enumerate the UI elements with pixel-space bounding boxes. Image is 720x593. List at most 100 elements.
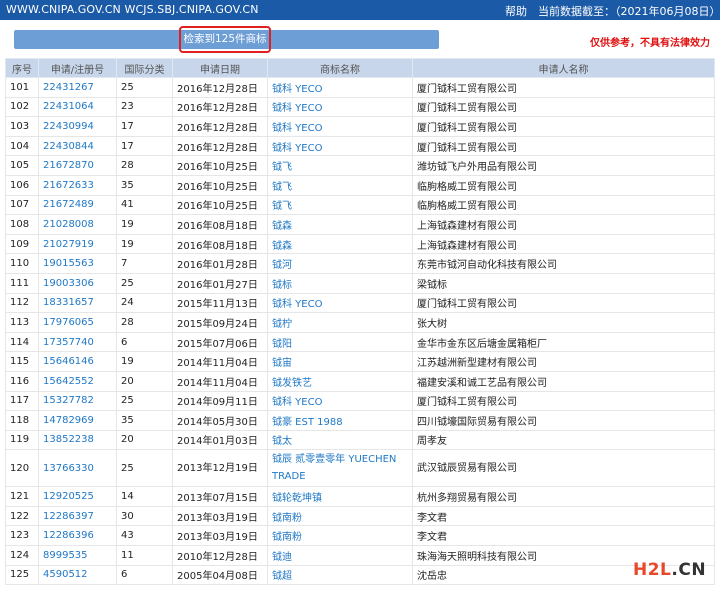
legal-notice: 仅供参考，不具有法律效力 — [590, 38, 710, 49]
row-number: 120 — [5, 449, 39, 488]
table-row: 119 13852238 20 2014年01月03日 钺太 周孝友 — [5, 429, 715, 451]
table-row: 107 21672489 41 2016年10月25日 钺飞 临朐格威工贸有限公司 — [5, 194, 715, 216]
top-bar: WWW.CNIPA.GOV.CN WCJS.SBJ.CNIPA.GOV.CN 帮… — [0, 0, 720, 20]
trademark-name-link[interactable]: 钺飞 — [267, 155, 413, 176]
reg-number-link[interactable]: 18331657 — [38, 292, 117, 314]
trademark-name-link[interactable]: 钺河 — [267, 253, 413, 274]
trademark-name-link[interactable]: 钺阳 — [267, 331, 413, 353]
reg-number-link[interactable]: 13852238 — [38, 429, 117, 451]
trademark-name-link[interactable]: 钺飞 — [267, 174, 413, 196]
reg-number-link[interactable]: 12920525 — [38, 486, 117, 507]
reg-number-link[interactable]: 21027919 — [38, 233, 117, 255]
trademark-name-link[interactable]: 钺超 — [267, 564, 413, 586]
table-row: 116 15642552 20 2014年11月04日 钺发铁艺 福建安溪和诚工艺品有限公… — [5, 370, 715, 392]
reg-number-link[interactable]: 21672633 — [38, 174, 117, 196]
site-urls: WWW.CNIPA.GOV.CN WCJS.SBJ.CNIPA.GOV.CN — [6, 3, 259, 16]
reg-number-link[interactable]: 15646146 — [38, 351, 117, 372]
class-cell: 25 — [116, 77, 173, 98]
trademark-name-link[interactable]: 钺科 YECO — [267, 116, 413, 137]
applicant-cell: 四川钺壕国际贸易有限公司 — [412, 410, 715, 431]
date-cell: 2013年03月19日 — [172, 505, 268, 527]
reg-number-link[interactable]: 17357740 — [38, 331, 117, 353]
row-number: 125 — [5, 564, 39, 586]
trademark-name-link[interactable]: 钺辰 贰零壹零年 YUECHEN TRADE — [267, 449, 413, 488]
class-cell: 19 — [116, 351, 173, 372]
applicant-cell: 武汉钺辰贸易有限公司 — [412, 449, 715, 488]
row-number: 103 — [5, 116, 39, 137]
applicant-cell: 江苏越洲新型建材有限公司 — [412, 351, 715, 372]
date-cell: 2016年01月27日 — [172, 272, 268, 294]
reg-number-link[interactable]: 13766330 — [38, 449, 117, 488]
trademark-name-link[interactable]: 钺飞 — [267, 194, 413, 216]
trademark-name-link[interactable]: 钺科 YECO — [267, 135, 413, 157]
table-row: 117 15327782 25 2014年09月11日 钺科 YECO 厦门钺科工贸有限公… — [5, 390, 715, 412]
trademark-name-link[interactable]: 钺森 — [267, 233, 413, 255]
column-header-reg-number: 申请/注册号 — [38, 58, 117, 78]
date-cell: 2013年07月15日 — [172, 486, 268, 507]
date-cell: 2014年11月04日 — [172, 351, 268, 372]
reg-number-link[interactable]: 22431064 — [38, 96, 117, 118]
trademark-name-link[interactable]: 钺轮乾坤镇 — [267, 486, 413, 507]
table-row: 111 19003306 25 2016年01月27日 钺标 梁钺标 — [5, 272, 715, 294]
date-cell: 2016年10月25日 — [172, 194, 268, 216]
row-number: 119 — [5, 429, 39, 451]
help-link[interactable]: 帮助 — [505, 3, 527, 19]
reg-number-link[interactable]: 15327782 — [38, 390, 117, 412]
reg-number-link[interactable]: 21672489 — [38, 194, 117, 216]
reg-number-link[interactable]: 12286396 — [38, 525, 117, 547]
table-row: 108 21028008 19 2016年08月18日 钺森 上海钺森建材有限公司 — [5, 214, 715, 235]
reg-number-link[interactable]: 14782969 — [38, 410, 117, 431]
trademark-name-link[interactable]: 钺太 — [267, 429, 413, 451]
watermark-h2l: H2L — [633, 560, 672, 580]
reg-number-link[interactable]: 21028008 — [38, 214, 117, 235]
reg-number-link[interactable]: 22431267 — [38, 77, 117, 98]
trademark-name-link[interactable]: 钺科 YECO — [267, 77, 413, 98]
applicant-cell: 厦门钺科工贸有限公司 — [412, 77, 715, 98]
table-row: 102 22431064 23 2016年12月28日 钺科 YECO 厦门钺科工贸有限公… — [5, 96, 715, 118]
trademark-name-link[interactable]: 钺科 YECO — [267, 96, 413, 118]
reg-number-link[interactable]: 21672870 — [38, 155, 117, 176]
reg-number-link[interactable]: 15642552 — [38, 370, 117, 392]
trademark-name-link[interactable]: 钺豪 EST 1988 — [267, 410, 413, 431]
class-cell: 14 — [116, 486, 173, 507]
row-number: 113 — [5, 312, 39, 333]
applicant-cell: 潍坊钺飞户外用品有限公司 — [412, 155, 715, 176]
class-cell: 25 — [116, 449, 173, 488]
trademark-name-link[interactable]: 钺南粉 — [267, 505, 413, 527]
row-number: 107 — [5, 194, 39, 216]
applicant-cell: 临朐格威工贸有限公司 — [412, 174, 715, 196]
table-row: 120 13766330 25 2013年12月19日 钺辰 贰零壹零年 YUECHEN… — [5, 449, 715, 488]
trademark-name-link[interactable]: 钺宙 — [267, 351, 413, 372]
trademark-name-link[interactable]: 钺标 — [267, 272, 413, 294]
trademark-name-link[interactable]: 钺南粉 — [267, 525, 413, 547]
date-cell: 2016年12月28日 — [172, 135, 268, 157]
table-row: 122 12286397 30 2013年03月19日 钺南粉 李文君 — [5, 505, 715, 527]
applicant-cell: 周孝友 — [412, 429, 715, 451]
reg-number-link[interactable]: 8999535 — [38, 545, 117, 566]
class-cell: 11 — [116, 545, 173, 566]
row-number: 116 — [5, 370, 39, 392]
class-cell: 25 — [116, 390, 173, 412]
date-cell: 2015年07月06日 — [172, 331, 268, 353]
reg-number-link[interactable]: 19015563 — [38, 253, 117, 274]
reg-number-link[interactable]: 19003306 — [38, 272, 117, 294]
trademark-name-link[interactable]: 钺发铁艺 — [267, 370, 413, 392]
reg-number-link[interactable]: 17976065 — [38, 312, 117, 333]
reg-number-link[interactable]: 4590512 — [38, 564, 117, 586]
trademark-name-link[interactable]: 钺迪 — [267, 545, 413, 566]
trademark-name-link[interactable]: 钺柠 — [267, 312, 413, 333]
date-cell: 2016年10月25日 — [172, 155, 268, 176]
table-row: 110 19015563 7 2016年01月28日 钺河 东莞市钺河自动化科技有限公司 — [5, 253, 715, 274]
trademark-name-link[interactable]: 钺科 YECO — [267, 390, 413, 412]
reg-number-link[interactable]: 22430994 — [38, 116, 117, 137]
trademark-name-link[interactable]: 钺科 YECO — [267, 292, 413, 314]
applicant-cell: 厦门钺科工贸有限公司 — [412, 390, 715, 412]
applicant-cell: 临朐格威工贸有限公司 — [412, 194, 715, 216]
reg-number-link[interactable]: 22430844 — [38, 135, 117, 157]
row-number: 122 — [5, 505, 39, 527]
applicant-cell: 李文君 — [412, 525, 715, 547]
trademark-name-link[interactable]: 钺森 — [267, 214, 413, 235]
row-number: 105 — [5, 155, 39, 176]
reg-number-link[interactable]: 12286397 — [38, 505, 117, 527]
row-number: 109 — [5, 233, 39, 255]
